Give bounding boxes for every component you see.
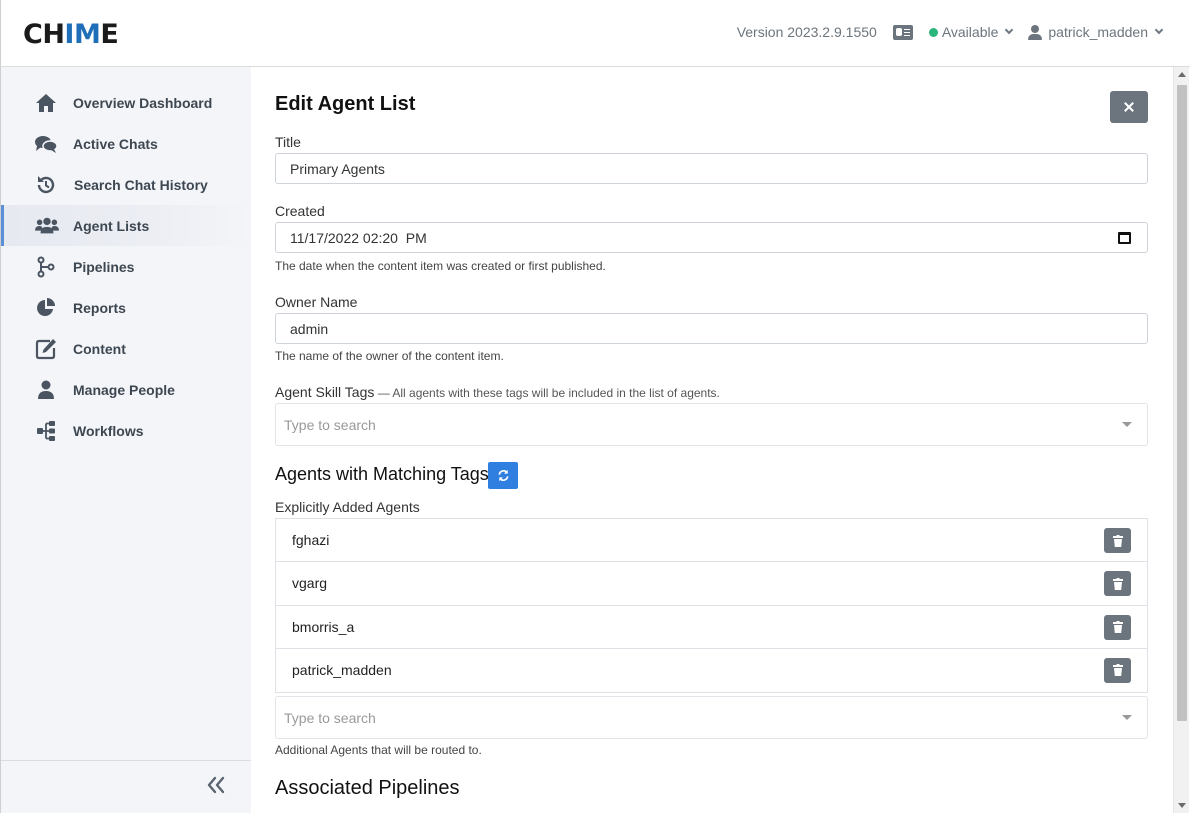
explicit-agents-list: fghazi vgarg bmorris_a patrick_madden xyxy=(275,518,1148,693)
sidebar-item-agent-lists[interactable]: Agent Lists xyxy=(1,205,251,246)
associated-pipelines-heading: Associated Pipelines xyxy=(275,777,460,799)
status-dropdown[interactable]: Available xyxy=(928,24,1014,40)
sidebar-item-label: Content xyxy=(73,340,126,357)
scrollbar-thumb[interactable] xyxy=(1177,85,1187,721)
user-icon xyxy=(1028,24,1043,40)
users-icon xyxy=(35,215,59,237)
top-header: CHIME Version 2023.2.9.1550 Available pa… xyxy=(0,0,1190,67)
username-label: patrick_madden xyxy=(1048,24,1148,40)
created-datetime-input[interactable]: 11/17/2022 02:20 PM xyxy=(275,222,1148,253)
delete-agent-button[interactable] xyxy=(1104,614,1131,640)
status-label: Available xyxy=(941,24,999,40)
agent-name: patrick_madden xyxy=(292,662,392,679)
title-input-value: Primary Agents xyxy=(290,160,385,177)
trash-icon xyxy=(1112,664,1123,677)
main-scrollbar[interactable] xyxy=(1173,67,1189,813)
main-content: Edit Agent List Title Primary Agents Cre… xyxy=(251,67,1173,813)
scroll-up-icon[interactable] xyxy=(1178,72,1186,77)
trash-icon xyxy=(1112,577,1123,590)
collapse-sidebar-icon[interactable] xyxy=(206,775,226,795)
caret-down-icon[interactable] xyxy=(1122,422,1132,427)
skill-tags-description: — All agents with these tags will be inc… xyxy=(374,386,720,400)
caret-down-icon[interactable] xyxy=(1122,715,1132,720)
add-agent-search-select[interactable]: Type to search xyxy=(275,696,1148,739)
edit-icon xyxy=(34,338,58,360)
matching-tags-heading: Agents with Matching Tags xyxy=(275,464,489,484)
version-text: Version 2023.2.9.1550 xyxy=(736,24,877,40)
title-input[interactable]: Primary Agents xyxy=(275,153,1148,184)
sidebar-item-label: Agent Lists xyxy=(73,217,150,234)
trash-icon xyxy=(1112,621,1123,633)
header-right: Version 2023.2.9.1550 Available patrick_… xyxy=(736,22,1164,42)
user-menu[interactable]: patrick_madden xyxy=(1028,24,1164,40)
logo-part-3: E xyxy=(100,19,119,50)
sidebar-item-label: Active Chats xyxy=(73,135,158,152)
skill-tags-label-text: Agent Skill Tags xyxy=(275,384,375,400)
sidebar-item-label: Manage People xyxy=(73,381,175,398)
sidebar-item-workflows[interactable]: Workflows xyxy=(1,410,251,451)
explicit-agents-label: Explicitly Added Agents xyxy=(275,499,420,515)
agent-name: fghazi xyxy=(292,532,330,549)
sidebar-item-reports[interactable]: Reports xyxy=(1,287,251,328)
status-dot-icon xyxy=(928,27,938,37)
history-icon xyxy=(34,174,58,196)
agent-row: fghazi xyxy=(276,519,1147,563)
chevron-down-icon xyxy=(1005,25,1014,35)
pie-chart-icon xyxy=(34,297,58,319)
agent-row: patrick_madden xyxy=(276,649,1147,692)
page-title: Edit Agent List xyxy=(275,93,416,115)
sidebar-item-label: Reports xyxy=(73,299,126,316)
agent-name: vgarg xyxy=(292,575,328,592)
created-label: Created xyxy=(275,203,325,219)
additional-agents-help: Additional Agents that will be routed to… xyxy=(275,743,482,757)
skill-tags-placeholder: Type to search xyxy=(284,416,376,433)
sidebar: Overview Dashboard Active Chats Search C… xyxy=(0,67,251,813)
agent-row: bmorris_a xyxy=(276,606,1147,649)
close-button[interactable] xyxy=(1110,91,1148,123)
refresh-button[interactable] xyxy=(488,462,518,489)
logo-part-1: CH xyxy=(23,19,65,50)
branch-icon xyxy=(34,256,58,278)
owner-name-input[interactable]: admin xyxy=(275,313,1148,344)
sidebar-item-pipelines[interactable]: Pipelines xyxy=(1,246,251,287)
sidebar-item-content[interactable]: Content xyxy=(1,328,251,369)
trash-icon xyxy=(1112,534,1123,547)
sidebar-item-search-chat-history[interactable]: Search Chat History xyxy=(1,164,251,205)
owner-name-label: Owner Name xyxy=(275,294,358,310)
chevron-down-icon xyxy=(1154,25,1164,35)
skill-tags-search-select[interactable]: Type to search xyxy=(275,403,1148,446)
delete-agent-button[interactable] xyxy=(1104,657,1131,683)
agent-name: bmorris_a xyxy=(292,618,355,635)
owner-input-value: admin xyxy=(290,320,329,337)
add-agent-placeholder: Type to search xyxy=(284,709,376,726)
agent-row: vgarg xyxy=(276,562,1147,606)
sidebar-item-label: Overview Dashboard xyxy=(73,94,213,111)
owner-help-text: The name of the owner of the content ite… xyxy=(275,349,504,363)
user-icon xyxy=(34,379,58,401)
sidebar-footer xyxy=(1,760,251,813)
sidebar-item-manage-people[interactable]: Manage People xyxy=(1,369,251,410)
chat-bubbles-icon xyxy=(34,133,58,155)
calendar-icon[interactable] xyxy=(1118,232,1131,244)
sidebar-item-label: Pipelines xyxy=(73,258,135,275)
delete-agent-button[interactable] xyxy=(1104,571,1131,597)
sidebar-item-label: Search Chat History xyxy=(74,176,208,193)
sidebar-item-label: Workflows xyxy=(73,422,144,439)
id-card-icon[interactable] xyxy=(892,24,913,40)
sitemap-icon xyxy=(34,420,58,442)
home-icon xyxy=(34,92,58,114)
skill-tags-label: Agent Skill Tags — All agents with these… xyxy=(275,384,720,400)
created-help-text: The date when the content item was creat… xyxy=(275,259,606,273)
created-input-value: 11/17/2022 02:20 PM xyxy=(290,229,427,246)
scroll-down-icon[interactable] xyxy=(1178,803,1186,808)
sidebar-item-active-chats[interactable]: Active Chats xyxy=(1,123,251,164)
title-label: Title xyxy=(275,134,301,150)
refresh-icon xyxy=(497,469,509,482)
sidebar-item-overview-dashboard[interactable]: Overview Dashboard xyxy=(1,82,251,123)
delete-agent-button[interactable] xyxy=(1104,528,1131,553)
logo-part-2: IM xyxy=(64,19,101,50)
chime-logo[interactable]: CHIME xyxy=(23,19,119,50)
